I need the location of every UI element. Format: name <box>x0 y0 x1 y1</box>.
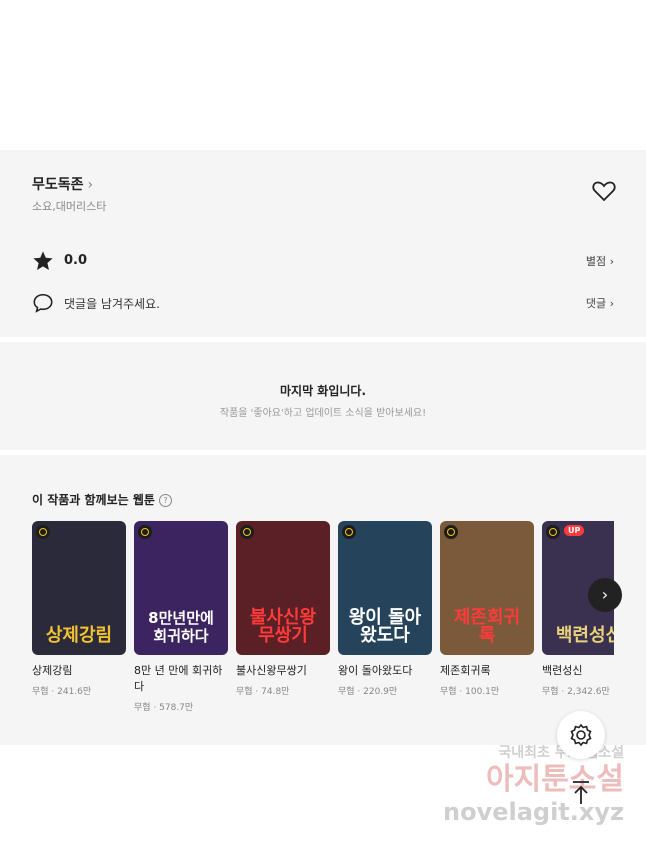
cover-thumbnail: 상제강림 <box>32 521 126 655</box>
clock-icon <box>36 525 50 539</box>
star-icon <box>32 250 54 276</box>
comment-link[interactable]: 댓글 › <box>586 295 614 311</box>
last-episode-subtext: 작품을 '좋아요'하고 업데이트 소식을 받아보세요! <box>219 408 427 419</box>
card-meta: 무협 · 578.7만 <box>134 703 194 713</box>
work-info-panel: 무도독존 › 소요,대머리스타 0.0 별점 › 댓글을 남겨주세요. 댓글 › <box>0 150 646 337</box>
recommend-card[interactable]: 왕이 돌아왔도다 왕이 돌아왔도다 무협 · 220.9만 <box>338 521 432 697</box>
last-episode-heading: 마지막 화입니다. <box>279 384 367 398</box>
chevron-right-icon: › <box>601 585 609 604</box>
heart-icon[interactable] <box>592 180 616 206</box>
clock-icon <box>444 525 458 539</box>
cover-thumbnail: 불사신왕무쌍기 <box>236 521 330 655</box>
chevron-right-icon: › <box>87 177 94 193</box>
speech-bubble-icon <box>32 292 54 318</box>
cover-art-text: 백련성신 <box>555 625 614 646</box>
card-meta: 무협 · 241.6만 <box>32 687 92 697</box>
recommend-carousel: 상제강림 상제강림 무협 · 241.6만 8만년만에 회귀하다 8만 년 만에… <box>32 521 614 731</box>
last-episode-panel: 마지막 화입니다. 작품을 '좋아요'하고 업데이트 소식을 받아보세요! <box>0 342 646 450</box>
chevron-right-icon: › <box>609 297 614 310</box>
chevron-right-icon: › <box>609 255 614 268</box>
cover-art-text: 상제강림 <box>45 625 113 646</box>
settings-button[interactable] <box>557 711 605 759</box>
carousel-next-button[interactable]: › <box>588 578 622 612</box>
comment-row[interactable]: 댓글을 남겨주세요. 댓글 › <box>32 292 614 314</box>
up-badge: UP <box>564 525 585 536</box>
work-title-link[interactable]: 무도독존 › <box>32 174 93 194</box>
watermark-line2: 아지툰소설 <box>486 762 624 797</box>
comment-link-label: 댓글 <box>585 297 607 310</box>
watermark-line3: novelagit.xyz <box>442 798 624 826</box>
cover-thumbnail: 제존회귀록 <box>440 521 534 655</box>
cover-art-text: 8만년만에 회귀하다 <box>148 609 214 645</box>
clock-icon <box>546 525 560 539</box>
card-title: 백련성신 <box>542 664 583 677</box>
card-meta: 무협 · 2,342.6만 <box>542 687 610 697</box>
top-blank-area <box>0 0 646 150</box>
clock-icon <box>138 525 152 539</box>
card-title: 왕이 돌아왔도다 <box>338 664 413 677</box>
rating-score: 0.0 <box>64 253 88 268</box>
work-author: 소요,대머리스타 <box>32 200 107 213</box>
rating-link[interactable]: 별점 › <box>586 253 614 269</box>
card-title: 제존회귀록 <box>440 664 491 677</box>
scroll-top-button[interactable] <box>570 780 592 806</box>
clock-icon <box>240 525 254 539</box>
recommend-panel: 이 작품과 함께보는 웹툰? 상제강림 상제강림 무협 · 241.6만 8만년… <box>0 455 646 745</box>
comment-prompt: 댓글을 남겨주세요. <box>64 297 160 311</box>
recommend-heading: 이 작품과 함께보는 웹툰? <box>32 491 172 508</box>
help-icon[interactable]: ? <box>158 494 172 507</box>
cover-thumbnail: 왕이 돌아왔도다 <box>338 521 432 655</box>
gear-icon <box>570 723 592 747</box>
card-meta: 무협 · 220.9만 <box>338 687 398 697</box>
clock-icon <box>342 525 356 539</box>
recommend-card[interactable]: 제존회귀록 제존회귀록 무협 · 100.1만 <box>440 521 534 697</box>
cover-art-text: 제존회귀록 <box>453 607 521 646</box>
card-title: 불사신왕무쌍기 <box>236 664 307 677</box>
cover-art-text: 불사신왕무쌍기 <box>249 607 317 646</box>
cover-art-text: 왕이 돌아왔도다 <box>348 607 422 646</box>
recommend-card[interactable]: 8만년만에 회귀하다 8만 년 만에 회귀하다 무협 · 578.7만 <box>134 521 228 713</box>
card-meta: 무협 · 100.1만 <box>440 687 500 697</box>
cover-thumbnail: 8만년만에 회귀하다 <box>134 521 228 655</box>
work-title: 무도독존 <box>32 177 84 193</box>
recommend-card[interactable]: 불사신왕무쌍기 불사신왕무쌍기 무협 · 74.8만 <box>236 521 330 697</box>
arrow-up-icon <box>573 781 589 804</box>
recommend-card[interactable]: 상제강림 상제강림 무협 · 241.6만 <box>32 521 126 697</box>
card-title: 8만 년 만에 회귀하다 <box>134 664 223 693</box>
card-meta: 무협 · 74.8만 <box>236 687 290 697</box>
rating-link-label: 별점 <box>585 255 607 268</box>
recommend-heading-text: 이 작품과 함께보는 웹툰 <box>32 493 155 507</box>
card-title: 상제강림 <box>32 664 73 677</box>
rating-row: 0.0 별점 › <box>32 250 614 272</box>
